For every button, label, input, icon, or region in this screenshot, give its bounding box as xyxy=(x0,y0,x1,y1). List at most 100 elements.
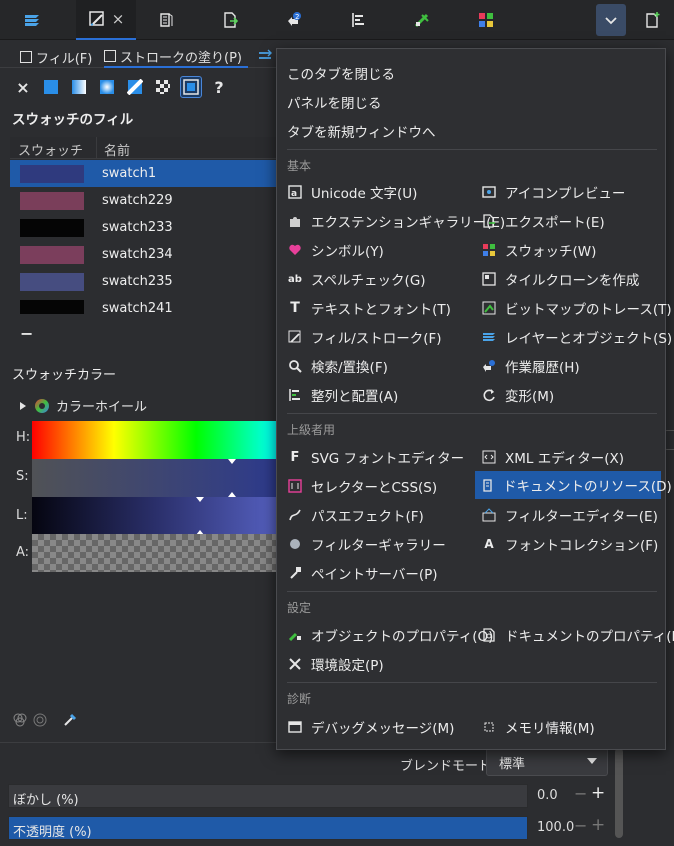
tab-export[interactable] xyxy=(206,0,254,40)
dropdown-arrow-icon xyxy=(587,758,597,764)
menu-item-label: ドキュメントのプロパティ(D) xyxy=(505,629,674,645)
swatch-color-chip xyxy=(20,191,84,210)
pattern-button[interactable] xyxy=(152,76,174,98)
menu-item-label: ペイントサーバー(P) xyxy=(311,567,438,583)
list-item[interactable]: swatch234 xyxy=(10,241,278,268)
menu-item-undo-history[interactable]: 作業履歴(H) xyxy=(481,354,580,378)
linear-gradient-button[interactable] xyxy=(68,76,90,98)
opacity-slider[interactable]: 不透明度 (%) xyxy=(8,816,528,840)
radial-gradient-button[interactable] xyxy=(96,76,118,98)
menu-item-debug-messages[interactable]: デバッグメッセージ(M) xyxy=(287,715,454,739)
menu-item-memory[interactable]: メモリ情報(M) xyxy=(481,715,595,739)
menu-item-export[interactable]: エクスポート(E) xyxy=(481,209,605,233)
list-item[interactable]: swatch241 xyxy=(10,295,278,314)
menu-item-close-tab[interactable]: このタブを閉じる xyxy=(287,61,395,85)
lightness-label: L: xyxy=(16,508,28,523)
list-item[interactable]: swatch235 xyxy=(10,268,278,295)
opacity-label: 不透明度 (%) xyxy=(13,825,92,840)
blur-value[interactable]: 0.0 xyxy=(537,788,558,803)
tab-align[interactable] xyxy=(334,0,382,40)
remove-swatch-button[interactable]: − xyxy=(20,324,33,343)
stroke-style-tab-icon[interactable] xyxy=(258,48,274,68)
alpha-slider[interactable] xyxy=(32,534,278,572)
menu-item-path-effects[interactable]: パスエフェクト(F) xyxy=(287,503,424,527)
menu-item-xml-editor[interactable]: XML エディター(X) xyxy=(481,445,624,469)
color-target-icon[interactable] xyxy=(32,712,48,728)
blur-slider[interactable]: ぼかし (%) xyxy=(8,784,528,808)
tab-fill-stroke[interactable]: × xyxy=(76,0,136,40)
menu-item-icon-preview[interactable]: アイコンプレビュー xyxy=(481,180,625,204)
opacity-decrement-button[interactable]: − xyxy=(574,816,587,835)
menu-item-symbols[interactable]: シンボル(Y) xyxy=(287,238,384,262)
mesh-gradient-button[interactable] xyxy=(124,76,146,98)
search-icon xyxy=(287,358,303,374)
tab-undo-history[interactable]: 2 xyxy=(270,0,318,40)
menu-item-label: セレクターとCSS(S) xyxy=(311,480,438,496)
no-paint-button[interactable]: × xyxy=(12,76,34,98)
fill-stroke-icon xyxy=(287,329,303,345)
menu-item-document-properties[interactable]: ドキュメントのプロパティ(D) xyxy=(481,623,674,647)
heart-icon xyxy=(287,242,303,258)
menu-item-paint-servers[interactable]: ペイントサーバー(P) xyxy=(287,561,438,585)
menu-item-selectors-css[interactable]: セレクターとCSS(S) xyxy=(287,474,437,498)
menu-item-find-replace[interactable]: 検索/置換(F) xyxy=(287,354,388,378)
menu-item-align[interactable]: 整列と配置(A) xyxy=(287,383,398,407)
list-item[interactable]: swatch229 xyxy=(10,187,278,214)
close-tab-icon[interactable]: × xyxy=(112,10,125,28)
menu-item-object-properties[interactable]: オブジェクトのプロパティ(O) xyxy=(287,623,493,647)
color-mix-icon[interactable] xyxy=(12,712,28,728)
tab-swatches[interactable] xyxy=(462,0,510,40)
new-document-button[interactable] xyxy=(640,8,664,32)
swatch-color-chip xyxy=(20,245,84,264)
swatch-paint-button[interactable] xyxy=(180,76,202,98)
list-item[interactable]: swatch233 xyxy=(10,214,278,241)
list-item[interactable]: swatch1 xyxy=(10,160,278,187)
tab-fill[interactable]: フィル(F) xyxy=(20,46,92,68)
menu-item-svg-font-editor[interactable]: F SVG フォントエディター xyxy=(287,445,465,469)
saturation-label: S: xyxy=(16,469,29,484)
tab-menu-button[interactable] xyxy=(596,4,626,36)
opacity-increment-button[interactable]: + xyxy=(591,815,605,835)
menu-item-extension-gallery[interactable]: エクステンションギャラリー(E) xyxy=(287,209,505,233)
menu-item-trace-bitmap[interactable]: ビットマップのトレース(T) xyxy=(481,296,672,320)
flat-color-icon xyxy=(44,80,58,94)
menu-item-document-resources[interactable]: ドキュメントのリソース(D) xyxy=(475,471,672,499)
menu-item-filter-gallery[interactable]: フィルターギャラリー xyxy=(287,532,446,556)
menu-item-font-collections[interactable]: A フォントコレクション(F) xyxy=(481,532,658,556)
menu-item-text-font[interactable]: T テキストとフォント(T) xyxy=(287,296,451,320)
menu-item-swatches[interactable]: スウォッチ(W) xyxy=(481,238,596,262)
tab-bitmap-trace[interactable] xyxy=(398,0,446,40)
menu-item-tile-clones[interactable]: タイルクローンを作成 xyxy=(481,267,639,291)
unset-paint-button[interactable]: ? xyxy=(208,76,230,98)
blend-mode-select[interactable]: 標準 xyxy=(486,748,608,776)
color-mode-expander[interactable]: カラーホイール xyxy=(18,396,147,415)
menu-item-tab-to-window[interactable]: タブを新規ウィンドウへ xyxy=(287,119,436,143)
menu-item-preferences[interactable]: 環境設定(P) xyxy=(287,652,384,676)
filter-gallery-icon xyxy=(287,536,303,552)
flat-color-button[interactable] xyxy=(40,76,62,98)
blur-increment-button[interactable]: + xyxy=(591,783,605,803)
menu-item-unicode[interactable]: a Unicode 文字(U) xyxy=(287,180,417,204)
saturation-slider[interactable] xyxy=(32,459,278,497)
svg-font-icon: F xyxy=(290,449,300,465)
column-swatch[interactable]: スウォッチ xyxy=(18,140,83,159)
tab-stroke-paint[interactable]: ストロークの塗り(P) xyxy=(104,46,248,68)
eyedropper-icon[interactable] xyxy=(62,712,78,728)
tab-layers[interactable] xyxy=(8,0,56,40)
menu-item-close-panel[interactable]: パネルを閉じる xyxy=(287,90,382,114)
hue-slider[interactable] xyxy=(32,421,278,459)
opacity-value[interactable]: 100.0 xyxy=(537,820,574,835)
menu-item-layers-objects[interactable]: レイヤーとオブジェクト(S) xyxy=(481,325,672,349)
lightness-slider[interactable] xyxy=(32,497,278,535)
export-icon xyxy=(481,213,497,229)
blur-decrement-button[interactable]: − xyxy=(574,784,587,803)
menu-item-fill-stroke[interactable]: フィル/ストローク(F) xyxy=(287,325,442,349)
menu-item-spellcheck[interactable]: ab スペルチェック(G) xyxy=(287,267,426,291)
menu-item-filter-editor[interactable]: フィルターエディター(E) xyxy=(481,503,658,527)
scrollbar[interactable] xyxy=(615,748,623,838)
tab-document-resources[interactable] xyxy=(142,0,190,40)
swatch-color-chip xyxy=(20,218,84,237)
swatch-name: swatch1 xyxy=(102,166,157,181)
column-name[interactable]: 名前 xyxy=(104,140,130,159)
menu-item-transform[interactable]: 変形(M) xyxy=(481,383,554,407)
